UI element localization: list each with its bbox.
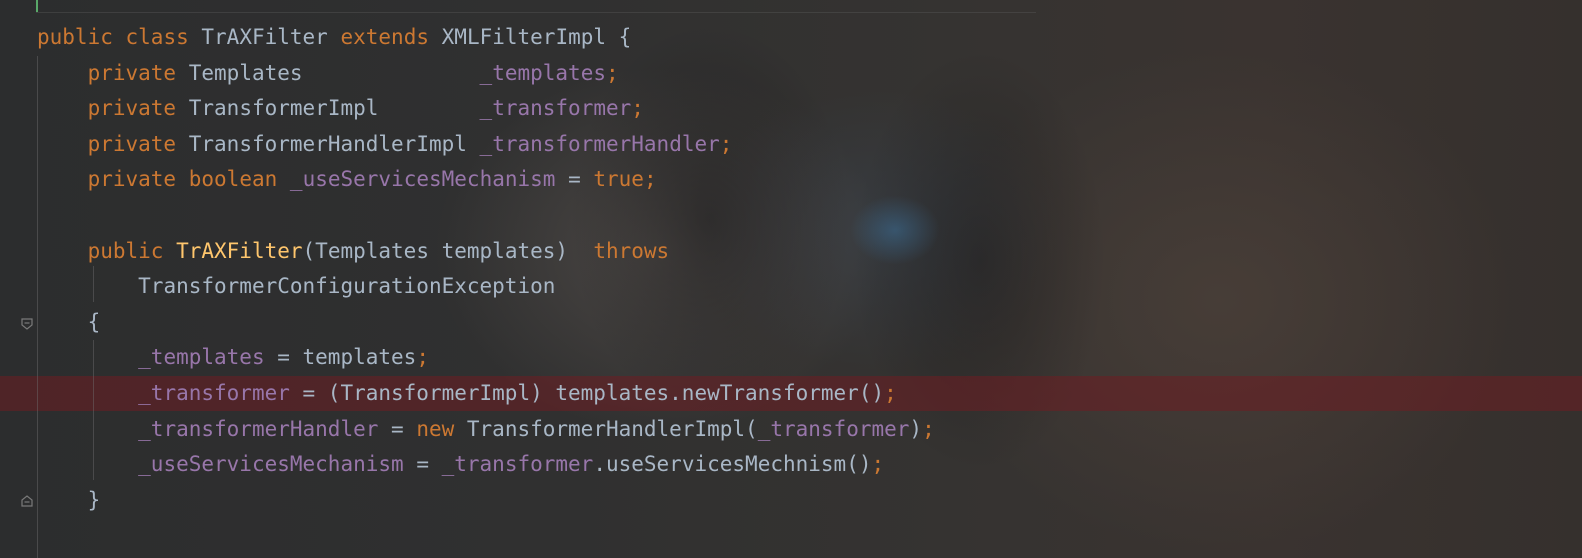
code-token: TransformerImpl <box>188 96 480 121</box>
code-token: ) <box>909 416 923 441</box>
code-token: TransformerHandlerImpl <box>188 131 480 156</box>
previous-line-remnant <box>36 0 1036 13</box>
code-line[interactable]: _useServicesMechanism = _transformer.use… <box>37 447 935 483</box>
code-token: { <box>87 309 101 334</box>
code-token: TransformerConfigurationException <box>138 274 556 299</box>
code-token: TrAXFilter <box>201 25 328 49</box>
code-token: boolean <box>188 167 278 192</box>
code-token: _templates <box>479 60 606 85</box>
code-token: Templates <box>188 60 480 85</box>
code-token: private <box>87 96 177 121</box>
code-token: ; <box>631 96 644 121</box>
code-token: private <box>87 131 177 156</box>
code-token: ; <box>719 131 733 156</box>
code-token: = <box>403 452 442 477</box>
code-token: _transformer <box>757 416 910 441</box>
code-line[interactable]: TransformerConfigurationException <box>37 269 935 305</box>
code-token: true <box>593 167 644 192</box>
code-token: = <box>555 167 594 192</box>
code-token: ; <box>884 380 897 405</box>
code-text-area[interactable]: public class TrAXFilter extends XMLFilte… <box>37 20 935 518</box>
code-token: ; <box>871 452 885 477</box>
code-token: _useServicesMechanism <box>138 452 404 477</box>
code-line[interactable]: private TransformerHandlerImpl _transfor… <box>37 127 935 163</box>
code-token: } <box>87 487 101 512</box>
vcs-change-marker <box>36 0 38 12</box>
code-token: ; <box>416 345 429 370</box>
code-token: private <box>87 60 177 85</box>
code-token: = templates <box>264 345 417 370</box>
code-token: .useServicesMechnism() <box>593 452 872 477</box>
code-token: _transformer <box>479 96 632 121</box>
code-line[interactable]: public class TrAXFilter extends XMLFilte… <box>37 20 935 56</box>
code-token: ; <box>922 416 935 441</box>
code-token: public <box>87 238 164 263</box>
code-token: public <box>37 25 113 49</box>
code-token: ; <box>605 60 619 85</box>
code-token: throws <box>593 238 670 263</box>
code-line[interactable]: } <box>37 483 935 519</box>
code-token: _useServicesMechanism <box>289 167 556 192</box>
code-line[interactable]: private TransformerImpl _transformer; <box>37 91 935 127</box>
code-line[interactable]: { <box>37 305 935 341</box>
code-line[interactable]: _transformerHandler = new TransformerHan… <box>37 412 935 448</box>
code-token: TransformerHandlerImpl( <box>454 416 758 441</box>
code-token: _transformerHandler <box>479 131 720 156</box>
code-token: TrAXFilter <box>176 238 303 263</box>
fold-start-icon[interactable] <box>20 317 36 331</box>
code-token: = <box>378 416 417 441</box>
code-line[interactable] <box>37 198 935 234</box>
code-token: class <box>125 25 189 49</box>
code-editor[interactable]: public class TrAXFilter extends XMLFilte… <box>0 0 1582 558</box>
code-token: XMLFilterImpl { <box>441 25 632 49</box>
code-token: private <box>87 167 177 192</box>
fold-end-icon[interactable] <box>20 494 36 508</box>
code-line[interactable]: private Templates _templates; <box>37 56 935 92</box>
code-token: extends <box>340 25 429 49</box>
code-line-breakpoint[interactable]: _transformer = (TransformerImpl) templat… <box>37 376 935 412</box>
code-token: = (TransformerImpl) templates.newTransfo… <box>289 380 885 405</box>
code-token: _transformer <box>441 452 594 477</box>
code-token: _transformer <box>138 380 290 405</box>
code-token: _transformerHandler <box>138 416 379 441</box>
code-token: ; <box>643 167 657 192</box>
code-line[interactable]: public TrAXFilter(Templates templates) t… <box>37 234 935 270</box>
code-token: new <box>416 416 455 441</box>
code-token: _templates <box>138 345 265 370</box>
code-token: (Templates templates) <box>302 238 594 263</box>
code-line[interactable]: private boolean _useServicesMechanism = … <box>37 162 935 198</box>
code-line[interactable]: _templates = templates; <box>37 340 935 376</box>
